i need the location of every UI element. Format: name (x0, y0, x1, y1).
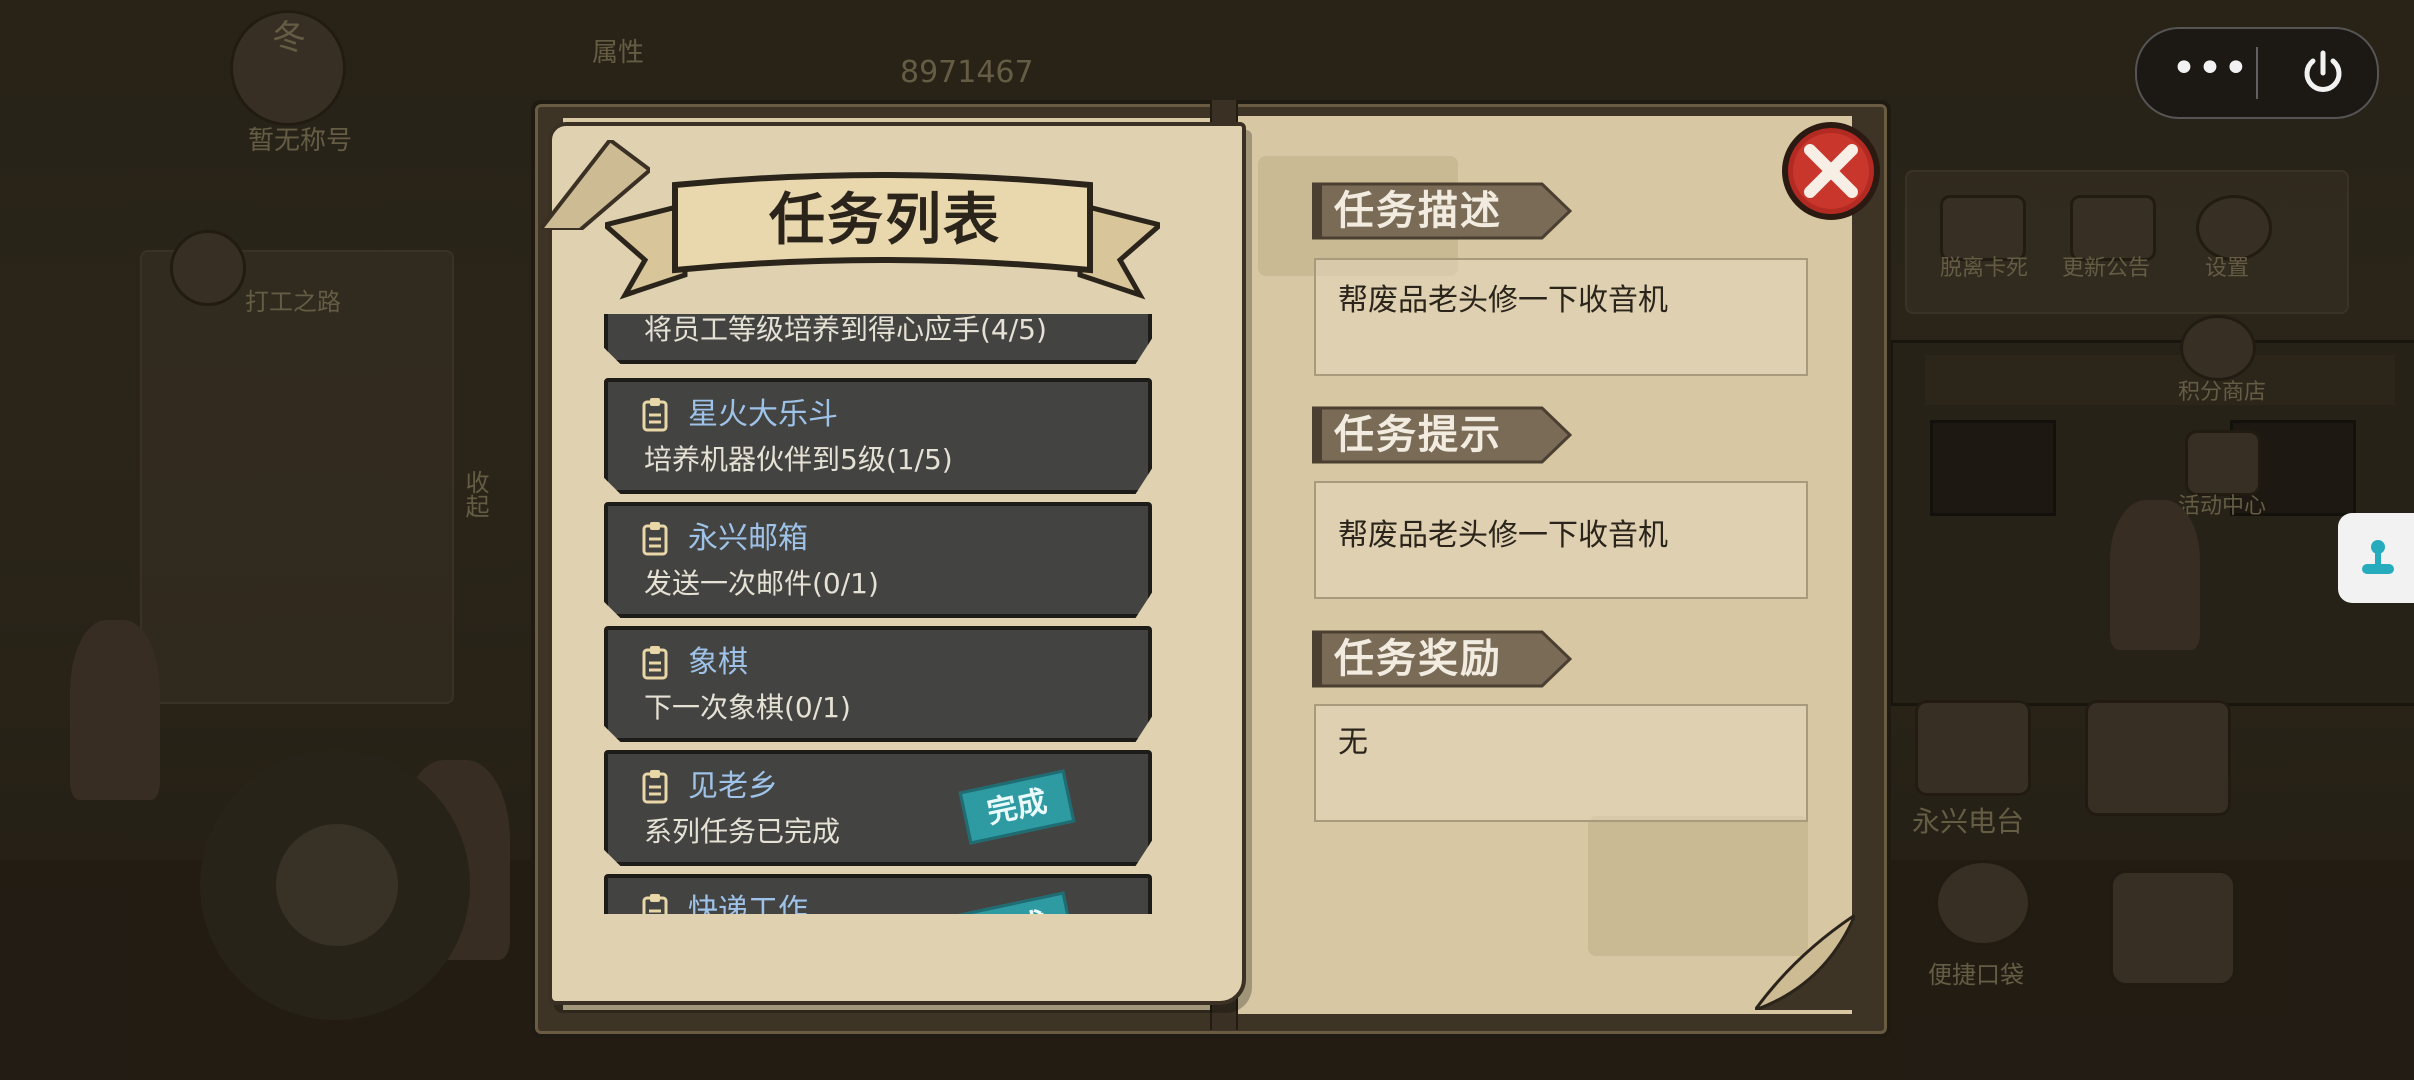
task-card[interactable]: 见老乡 系列任务已完成 完成 (604, 750, 1152, 866)
task-desc: 将员工等级培养到得心应手(4/5) (644, 314, 1047, 346)
task-name: 见老乡 (688, 769, 778, 804)
close-x-icon[interactable] (1780, 120, 1882, 222)
task-card[interactable]: 快递工作 完成 (604, 874, 1152, 914)
task-name: 永兴邮箱 (688, 521, 808, 556)
task-list[interactable]: 将员工等级培养到得心应手(4/5) 星火大乐斗 培养机器伙伴到5级(1/5) 永… (604, 314, 1156, 914)
task-name: 快递工作 (688, 893, 808, 914)
clipboard-icon (642, 894, 668, 914)
completed-stamp: 完成 (958, 769, 1076, 845)
section-tag-description: 任务描述 (1312, 180, 1572, 242)
description-text: 帮废品老头修一下收音机 (1338, 283, 1668, 318)
task-card[interactable]: 象棋 下一次象棋(0/1) (604, 626, 1152, 742)
reward-text: 无 (1338, 725, 1368, 760)
modal-title: 任务列表 (769, 188, 1001, 253)
task-name: 象棋 (688, 645, 748, 680)
clipboard-icon (642, 522, 668, 556)
completed-stamp: 完成 (958, 891, 1076, 914)
task-desc: 发送一次邮件(0/1) (644, 567, 879, 600)
reward-box: 无 (1314, 704, 1808, 822)
section-tag-hint: 任务提示 (1312, 404, 1572, 466)
section-label: 任务描述 (1334, 188, 1502, 234)
section-label: 任务提示 (1334, 412, 1502, 458)
task-desc: 系列任务已完成 (644, 815, 841, 848)
section-label: 任务奖励 (1334, 636, 1502, 682)
section-tag-reward: 任务奖励 (1312, 628, 1572, 690)
task-card[interactable]: 永兴邮箱 发送一次邮件(0/1) (604, 502, 1152, 618)
clipboard-icon (642, 770, 668, 804)
task-name: 星火大乐斗 (688, 397, 838, 432)
clipboard-icon (642, 646, 668, 680)
hint-text: 帮废品老头修一下收音机 (1338, 518, 1668, 553)
task-card[interactable]: 将员工等级培养到得心应手(4/5) (604, 314, 1152, 364)
description-box: 帮废品老头修一下收音机 (1314, 258, 1808, 376)
task-card[interactable]: 星火大乐斗 培养机器伙伴到5级(1/5) (604, 378, 1152, 494)
hint-box: 帮废品老头修一下收音机 (1314, 481, 1808, 599)
clipboard-icon (642, 398, 668, 432)
task-desc: 培养机器伙伴到5级(1/5) (644, 443, 953, 476)
task-desc: 下一次象棋(0/1) (644, 691, 851, 724)
page-curl (1755, 915, 1855, 1010)
